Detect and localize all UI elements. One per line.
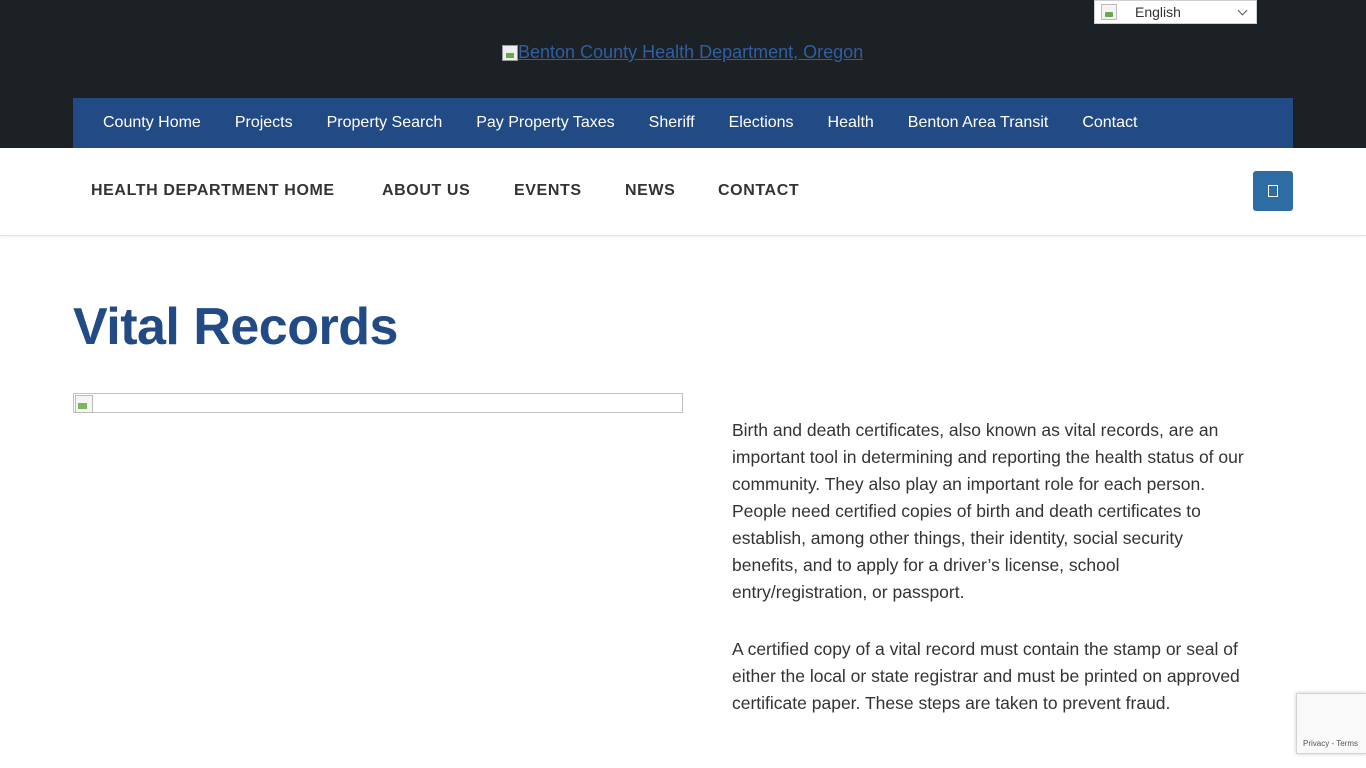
recaptcha-badge[interactable]: Privacy - Terms [1296,693,1366,754]
logo-alt-text: Benton County Health Department, Oregon [518,42,864,62]
department-nav: HEALTH DEPARTMENT HOME ABOUT US EVENTS N… [0,148,1366,236]
county-nav-sheriff[interactable]: Sheriff [649,114,695,132]
county-nav-property-search[interactable]: Property Search [327,114,443,132]
broken-image-icon [75,395,93,413]
language-select[interactable]: English [1094,0,1257,24]
county-nav-pay-property-taxes[interactable]: Pay Property Taxes [476,114,614,132]
menu-button[interactable] [1253,171,1293,211]
recaptcha-privacy-link[interactable]: Privacy [1303,739,1329,748]
county-nav-county-home[interactable]: County Home [103,114,201,132]
site-logo-link[interactable]: Benton County Health Department, Oregon [502,42,863,63]
dept-nav-about-us[interactable]: ABOUT US [382,182,470,200]
county-nav-benton-area-transit[interactable]: Benton Area Transit [908,114,1049,132]
english-flag-icon [1101,4,1117,20]
language-selected: English [1135,4,1181,20]
dept-nav-events[interactable]: EVENTS [514,182,582,200]
dept-nav-contact[interactable]: CONTACT [718,182,799,200]
dept-nav-health-department-home[interactable]: HEALTH DEPARTMENT HOME [91,182,335,200]
certified-copy-paragraph: A certified copy of a vital record must … [732,639,1240,713]
recaptcha-terms-link[interactable]: Terms [1336,739,1358,748]
chevron-down-icon [1237,5,1248,16]
recaptcha-links: Privacy - Terms [1303,739,1358,748]
intro-paragraph: Birth and death certificates, also known… [732,420,1244,602]
dept-nav-news[interactable]: NEWS [625,182,675,200]
broken-image-icon [502,44,518,61]
menu-icon [1268,185,1278,197]
county-nav-elections[interactable]: Elections [729,114,794,132]
content-image [73,393,683,413]
county-nav: County Home Projects Property Search Pay… [73,98,1293,148]
county-nav-health[interactable]: Health [828,114,874,132]
site-header: English Benton County Health Department,… [0,0,1366,148]
page-title: Vital Records [73,298,398,356]
county-nav-contact[interactable]: Contact [1082,114,1137,132]
county-nav-projects[interactable]: Projects [235,114,293,132]
